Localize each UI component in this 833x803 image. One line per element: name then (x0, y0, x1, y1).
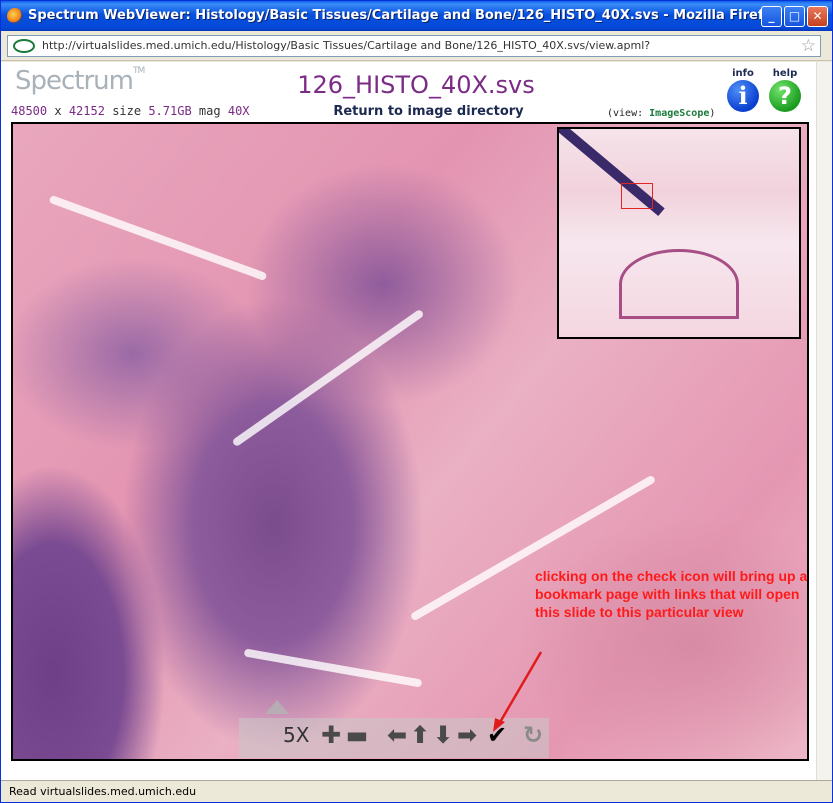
help-label: help (772, 68, 798, 79)
view-in: (view: ImageScope) (607, 108, 715, 119)
url-field[interactable]: http://virtualslides.med.umich.edu/Histo… (7, 35, 821, 57)
site-identity-icon[interactable] (13, 39, 35, 53)
view-prefix: (view: (607, 108, 644, 119)
annotation-arrow (493, 651, 543, 732)
view-suffix: ) (709, 108, 716, 119)
info-icon[interactable]: i (727, 80, 759, 112)
help-block[interactable]: help ? (769, 68, 801, 112)
maximize-button[interactable]: □ (784, 6, 805, 27)
firefox-icon (7, 8, 23, 24)
status-bar: Read virtualslides.med.umich.edu (1, 780, 832, 802)
help-icon[interactable]: ? (769, 80, 801, 112)
imagescope-link[interactable]: ImageScope (649, 108, 709, 119)
page-content: SpectrumTM 126_HISTO_40X.svs 48500 x 421… (1, 62, 832, 780)
close-button[interactable]: ✕ (807, 6, 828, 27)
address-bar: http://virtualslides.med.umich.edu/Histo… (1, 31, 832, 61)
page-title: 126_HISTO_40X.svs (297, 71, 535, 99)
status-text: Read virtualslides.med.umich.edu (9, 785, 197, 798)
bookmark-star-icon[interactable]: ☆ (801, 36, 816, 56)
window-title: Spectrum WebViewer: Histology/Basic Tiss… (28, 8, 781, 23)
browser-window: Spectrum WebViewer: Histology/Basic Tiss… (0, 0, 833, 803)
minimize-button[interactable]: _ (761, 6, 782, 27)
info-block[interactable]: info i (727, 68, 759, 112)
url-text[interactable]: http://virtualslides.med.umich.edu/Histo… (42, 39, 650, 52)
info-label: info (732, 68, 754, 79)
slide-viewport[interactable]: 5X ✚ ▬ ⬅ ⬆ ⬇ ➡ ✔ ↻ clicking on the check… (11, 122, 809, 761)
title-bar[interactable]: Spectrum WebViewer: Histology/Basic Tiss… (1, 1, 832, 31)
vertical-scrollbar[interactable] (816, 62, 832, 780)
